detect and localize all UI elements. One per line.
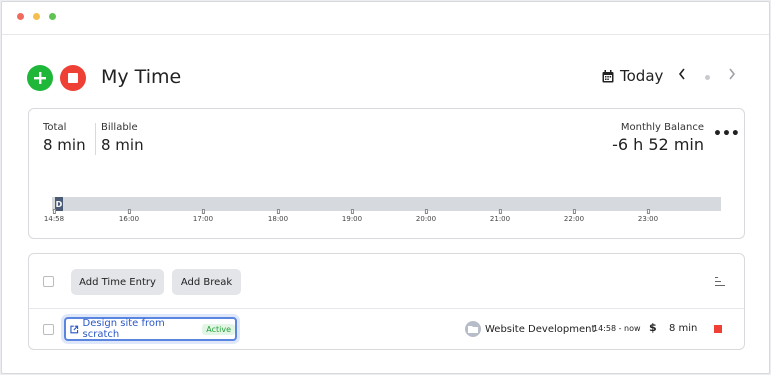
total-value: 8 min <box>43 136 86 154</box>
day-timeline[interactable] <box>52 197 721 211</box>
add-timer-button[interactable] <box>27 65 53 91</box>
current-day-dot[interactable] <box>705 75 710 80</box>
chevron-left-icon <box>678 68 685 80</box>
date-label: Today <box>620 67 664 85</box>
page-title: My Time <box>101 66 182 88</box>
status-badge: Active <box>202 323 235 335</box>
timeline-tick-label: 18:00 <box>268 209 288 223</box>
stat-divider <box>95 123 96 155</box>
stop-icon <box>68 73 78 83</box>
timeline-tick-label: 23:00 <box>638 209 658 223</box>
next-day-button[interactable] <box>728 68 736 84</box>
monthly-balance-label: Monthly Balance <box>620 122 704 133</box>
more-options-icon[interactable]: ••• <box>713 127 740 141</box>
window-minimize-button[interactable] <box>33 13 40 20</box>
sort-icon[interactable] <box>715 277 725 286</box>
add-time-entry-button[interactable]: Add Time Entry <box>71 269 164 295</box>
task-name: Design site from scratch <box>82 318 165 340</box>
page-header: My Time Today <box>2 35 769 108</box>
select-all-checkbox[interactable] <box>43 276 54 287</box>
task-link[interactable]: Design site from scratch Active <box>64 317 237 341</box>
window-maximize-button[interactable] <box>49 13 56 20</box>
chevron-right-icon <box>729 68 736 80</box>
project-link[interactable]: Website Development <box>465 321 595 337</box>
timeline-tick-label: 21:00 <box>490 209 510 223</box>
time-entries-card: Add Time Entry Add Break Design site fro… <box>28 253 745 350</box>
calendar-icon <box>602 69 614 82</box>
timeline-tick-label: 22:00 <box>564 209 584 223</box>
title-bar <box>2 2 769 35</box>
plus-icon <box>34 72 46 84</box>
billable-value: 8 min <box>101 136 144 154</box>
entry-duration[interactable]: 8 min <box>669 323 697 334</box>
external-link-icon <box>70 325 79 333</box>
timeline-tick-label: 16:00 <box>119 209 139 223</box>
timeline-tick-label: 20:00 <box>416 209 436 223</box>
previous-day-button[interactable] <box>678 68 686 84</box>
monthly-balance-value: -6 h 52 min <box>612 135 704 154</box>
window-close-button[interactable] <box>17 13 24 20</box>
date-picker[interactable]: Today <box>602 67 663 85</box>
project-name: Website Development <box>485 323 596 335</box>
stop-timer-button[interactable] <box>60 65 86 91</box>
billable-icon[interactable]: $ <box>649 321 657 334</box>
timeline-tick-label: 17:00 <box>193 209 213 223</box>
app-window: My Time Today Total 8 min Billable 8 min… <box>1 1 770 374</box>
add-break-button[interactable]: Add Break <box>172 269 241 295</box>
folder-icon <box>465 321 481 337</box>
billable-label: Billable <box>101 122 138 133</box>
total-label: Total <box>43 122 67 133</box>
stop-entry-button[interactable] <box>714 325 722 333</box>
time-summary-card: Total 8 min Billable 8 min Monthly Balan… <box>28 108 745 239</box>
row-checkbox[interactable] <box>43 324 54 335</box>
timeline-tick-label: 14:58 <box>44 209 64 223</box>
row-divider <box>29 308 744 309</box>
time-range[interactable]: 14:58 - now <box>593 324 641 333</box>
timeline-tick-label: 19:00 <box>342 209 362 223</box>
